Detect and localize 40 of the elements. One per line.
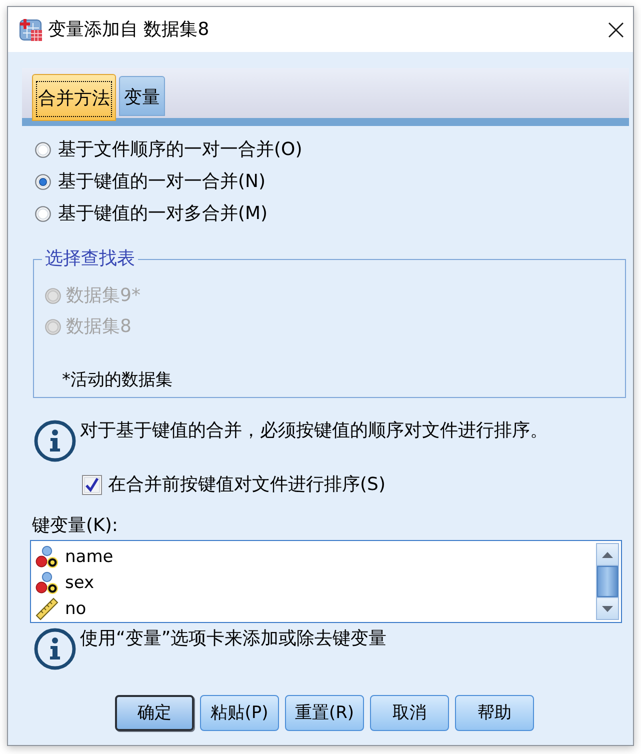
group-title: 选择查找表 xyxy=(44,249,136,269)
tab[interactable]: 合并方法 xyxy=(32,74,116,121)
triangle-down-icon xyxy=(602,606,613,612)
list-label: 键变量(K): xyxy=(32,515,118,537)
info-icon xyxy=(34,628,76,670)
ruler-icon xyxy=(35,597,59,621)
radio-button[interactable] xyxy=(35,142,51,158)
checkbox[interactable] xyxy=(82,475,102,495)
grid-plus-icon xyxy=(19,18,43,42)
radio-label: 数据集9* xyxy=(66,284,140,306)
window-title: 变量添加自 数据集8 xyxy=(48,18,210,40)
balls-icon xyxy=(35,545,59,569)
radio-button[interactable] xyxy=(35,174,51,190)
dialog-button[interactable]: 帮助 xyxy=(455,695,534,731)
dialog-button[interactable]: 重置(R) xyxy=(285,695,364,731)
radio-label: 基于文件顺序的一对一合并(O) xyxy=(58,139,302,161)
checkbox-label: 在合并前按键值对文件进行排序(S) xyxy=(108,474,386,496)
info-text: 对于基于键值的合并，必须按键值的顺序对文件进行排序。 xyxy=(80,420,548,442)
scroll-up-button[interactable] xyxy=(597,544,618,566)
scroll-down-button[interactable] xyxy=(597,597,618,619)
radio-label: 基于键值的一对多合并(M) xyxy=(58,203,268,225)
list-item[interactable]: no xyxy=(35,596,86,622)
dialog-button[interactable]: 粘贴(P) xyxy=(200,695,279,731)
footnote-text: *活动的数据集 xyxy=(62,369,174,392)
tab[interactable]: 变量 xyxy=(119,76,165,116)
radio-label: 基于键值的一对一合并(N) xyxy=(58,171,266,193)
scrollbar[interactable] xyxy=(596,543,619,620)
close-icon xyxy=(608,22,624,38)
scroll-thumb[interactable] xyxy=(597,566,618,597)
info-icon xyxy=(34,420,76,462)
list-item[interactable]: name xyxy=(35,544,114,570)
dialog-button[interactable]: 确定 xyxy=(115,695,194,731)
balls-icon xyxy=(35,571,59,595)
info-text: 使用“变量”选项卡来添加或除去键变量 xyxy=(80,628,387,650)
list-item[interactable]: sex xyxy=(35,570,94,596)
dialog-button[interactable]: 取消 xyxy=(370,695,449,731)
key-variable-list[interactable]: name sex no xyxy=(30,540,622,623)
radio-button[interactable] xyxy=(35,206,51,222)
triangle-up-icon xyxy=(602,552,613,558)
radio-label: 数据集8 xyxy=(66,316,132,338)
